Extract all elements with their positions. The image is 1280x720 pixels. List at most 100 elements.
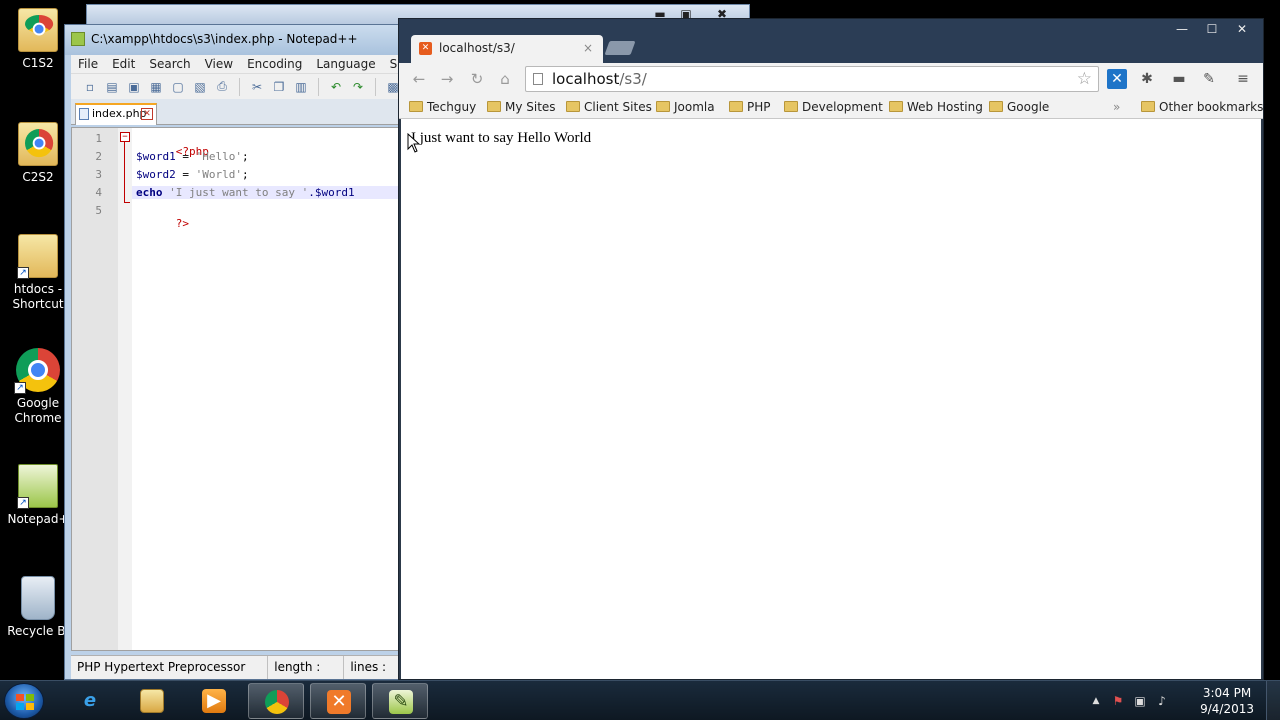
new-file-icon[interactable]: ▫: [81, 78, 99, 96]
desktop-icon-c2s2[interactable]: C2S2: [4, 122, 72, 185]
xampp-icon: ✕: [327, 690, 351, 714]
show-desktop-button[interactable]: [1266, 681, 1280, 720]
taskbar-chrome[interactable]: [248, 683, 304, 719]
open-file-icon[interactable]: ▤: [103, 78, 121, 96]
minimize-button[interactable]: —: [1169, 21, 1195, 37]
desktop-icon-label: Chrome: [14, 411, 62, 425]
taskbar-internet-explorer[interactable]: e: [62, 683, 118, 719]
other-bookmarks[interactable]: Other bookmarks: [1141, 98, 1263, 116]
save-icon[interactable]: ▣: [125, 78, 143, 96]
action-center-flag-icon[interactable]: ⚑: [1110, 693, 1126, 709]
notepadpp-window[interactable]: C:\xampp\htdocs\s3\index.php - Notepad++…: [64, 24, 433, 696]
bookmark-folder-techguy[interactable]: Techguy: [409, 98, 476, 116]
recycle-bin-icon: [21, 576, 55, 620]
bookmark-folder-client-sites[interactable]: Client Sites: [566, 98, 652, 116]
desktop-icon-c1s2[interactable]: C1S2: [4, 8, 72, 71]
bookmark-label: Client Sites: [584, 100, 652, 114]
window-controls: — ☐ ✕: [1169, 21, 1255, 37]
taskbar-media-player[interactable]: ▶: [186, 683, 242, 719]
browser-tab[interactable]: ✕ localhost/s3/ ×: [411, 35, 603, 63]
taskbar-explorer[interactable]: [124, 683, 180, 719]
bookmark-folder-web-hosting[interactable]: Web Hosting: [889, 98, 983, 116]
pen-icon[interactable]: ✎: [1199, 69, 1219, 89]
desktop-icon-google-chrome[interactable]: ↗ Google Chrome: [4, 348, 72, 426]
code-token-php-close: ?>: [175, 217, 189, 230]
code-line: $word2 = 'World';: [136, 168, 249, 181]
menu-encoding[interactable]: Encoding: [240, 55, 309, 73]
menu-view[interactable]: View: [198, 55, 240, 73]
extension-icon[interactable]: ✕: [1107, 69, 1127, 89]
redo-icon[interactable]: ↷: [349, 78, 367, 96]
clock[interactable]: 3:04 PM 9/4/2013: [1200, 685, 1254, 717]
bookmark-folder-google[interactable]: Google: [989, 98, 1049, 116]
code-line: ?>: [136, 204, 189, 243]
forward-icon[interactable]: →: [437, 69, 457, 89]
internet-explorer-icon: e: [83, 690, 97, 711]
reload-icon[interactable]: ↻: [467, 69, 487, 89]
tab-strip: ✕ localhost/s3/ × — ☐ ✕: [399, 19, 1263, 63]
tab-label: index.php: [92, 107, 147, 120]
extension-icon[interactable]: ▬: [1169, 69, 1189, 89]
window-titlebar[interactable]: C:\xampp\htdocs\s3\index.php - Notepad++: [65, 25, 403, 55]
close-tab-icon[interactable]: ✕: [141, 108, 153, 120]
code-token-string: 'I just want to say ': [162, 186, 309, 199]
close-button[interactable]: ✕: [1229, 21, 1255, 37]
close-file-icon[interactable]: ▢: [169, 78, 187, 96]
bookmark-star-icon[interactable]: ☆: [1077, 67, 1092, 91]
toolbar-separator: [318, 77, 319, 96]
code-token-semicolon: ;: [241, 150, 249, 163]
taskbar-notepadpp[interactable]: ✎: [372, 683, 428, 719]
bookmarks-overflow-button[interactable]: »: [1113, 98, 1120, 116]
code-editor[interactable]: 1 2 3 4 5 − <?php $word1 = 'Hello'; $wor…: [71, 127, 403, 651]
navigation-bar: ← → ↻ ⌂ localhost/s3/ ☆ ✕ ✱ ▬ ✎ ≡: [399, 63, 1263, 95]
fold-line-end: [124, 202, 130, 203]
home-icon[interactable]: ⌂: [495, 69, 515, 89]
page-content[interactable]: I just want to say Hello World: [399, 119, 1263, 679]
desktop-icon-recycle-bin[interactable]: Recycle Bi: [4, 576, 72, 639]
menu-icon[interactable]: ≡: [1233, 69, 1253, 89]
network-icon[interactable]: ▣: [1132, 693, 1148, 709]
system-tray: ▲ ⚑ ▣ ♪ 3:04 PM 9/4/2013: [1080, 681, 1280, 720]
taskbar-xampp[interactable]: ✕: [310, 683, 366, 719]
bookmark-label: Techguy: [427, 100, 477, 114]
bookmark-folder-my-sites[interactable]: My Sites: [487, 98, 556, 116]
undo-icon[interactable]: ↶: [327, 78, 345, 96]
url-host: localhost: [552, 70, 620, 88]
save-all-icon[interactable]: ▦: [147, 78, 165, 96]
chrome-icon: [25, 15, 54, 36]
new-tab-button[interactable]: [604, 41, 636, 55]
bookmarks-bar: Techguy My Sites Client Sites Joomla PHP…: [399, 95, 1263, 119]
start-button[interactable]: [4, 683, 44, 719]
bookmark-folder-joomla[interactable]: Joomla: [656, 98, 715, 116]
close-all-icon[interactable]: ▧: [191, 78, 209, 96]
close-tab-icon[interactable]: ×: [583, 35, 593, 61]
folder-icon: [18, 122, 58, 166]
show-hidden-icons-button[interactable]: ▲: [1088, 693, 1104, 709]
document-tab-index-php[interactable]: index.php ✕: [75, 103, 157, 125]
desktop-icon-htdocs-shortcut[interactable]: ↗ htdocs - Shortcut: [4, 234, 72, 312]
desktop-icon-notepadpp[interactable]: ↗ Notepad+: [4, 464, 72, 527]
code-token-keyword: echo: [136, 186, 163, 199]
copy-icon[interactable]: ❐: [270, 78, 288, 96]
cut-icon[interactable]: ✂: [248, 78, 266, 96]
paste-icon[interactable]: ▥: [292, 78, 310, 96]
bookmark-folder-development[interactable]: Development: [784, 98, 883, 116]
print-icon[interactable]: ⎙: [213, 78, 231, 96]
chrome-window[interactable]: ✕ localhost/s3/ × — ☐ ✕ ← → ↻ ⌂ localhos…: [398, 18, 1264, 680]
menu-language[interactable]: Language: [309, 55, 382, 73]
maximize-button[interactable]: ☐: [1199, 21, 1225, 37]
bookmark-label: Web Hosting: [907, 100, 983, 114]
line-number: 2: [95, 150, 102, 163]
volume-icon[interactable]: ♪: [1154, 693, 1170, 709]
extension-icon[interactable]: ✱: [1137, 69, 1157, 89]
menu-search[interactable]: Search: [142, 55, 197, 73]
fold-toggle-icon[interactable]: −: [120, 132, 130, 142]
folder-icon: [18, 8, 58, 52]
menu-file[interactable]: File: [71, 55, 105, 73]
menu-edit[interactable]: Edit: [105, 55, 142, 73]
bookmark-label: My Sites: [505, 100, 556, 114]
bookmark-folder-php[interactable]: PHP: [729, 98, 771, 116]
folder-icon: [566, 101, 580, 112]
address-bar[interactable]: localhost/s3/ ☆: [525, 66, 1099, 92]
back-icon[interactable]: ←: [409, 69, 429, 89]
